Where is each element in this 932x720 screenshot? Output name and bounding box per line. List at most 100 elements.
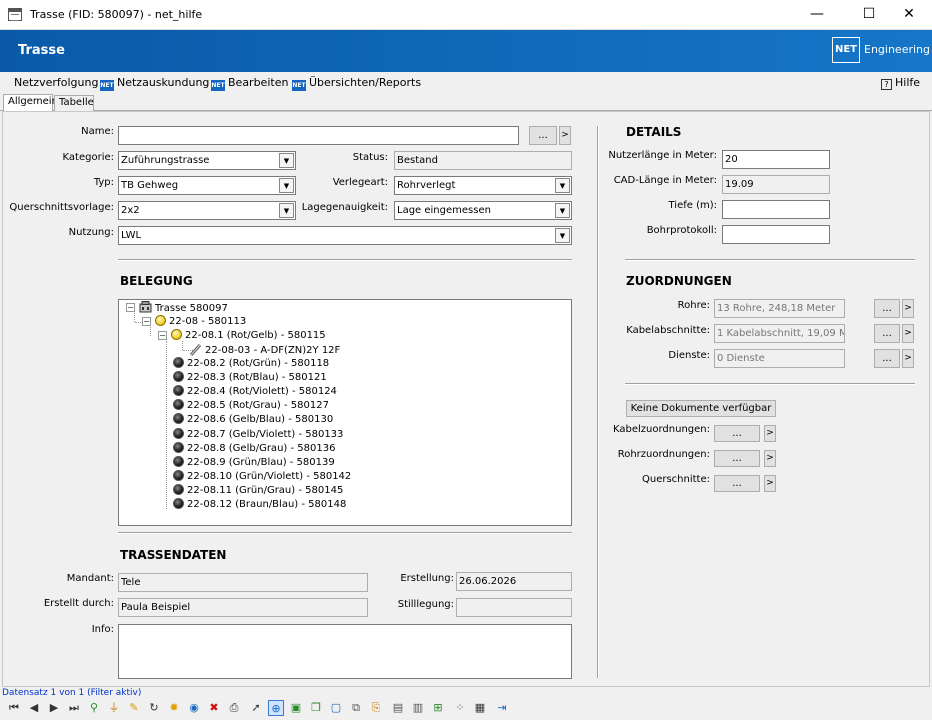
name-dots-button[interactable]: ... <box>529 126 557 145</box>
name-field[interactable] <box>118 126 519 145</box>
tree-node[interactable]: 22-08.6 (Gelb/Blau) - 580130 <box>173 413 333 427</box>
verlegeart-select[interactable]: Rohrverlegt ▼ <box>394 176 572 195</box>
querschnitt-select[interactable]: 2x2 ▼ <box>118 201 296 220</box>
document-link-icon[interactable]: ▥ <box>410 700 426 716</box>
tab-strip: Allgemein Tabelle <box>0 94 932 111</box>
tree-node[interactable]: 22-08.9 (Grün/Blau) - 580139 <box>173 456 335 470</box>
tree-node[interactable]: 22-08.2 (Rot/Grün) - 580118 <box>173 357 329 371</box>
table-icon[interactable]: ▦ <box>472 700 488 716</box>
layers-multi-icon[interactable]: ❐ <box>308 700 324 716</box>
lagegenauigkeit-label: Lagegenauigkeit: <box>301 202 388 213</box>
chevron-down-icon: ▼ <box>555 203 570 218</box>
kabelzuordnungen-dots-button[interactable]: ... <box>714 425 760 442</box>
tab-tabelle[interactable]: Tabelle <box>54 95 94 111</box>
document-add-icon[interactable]: ⊞ <box>430 700 446 716</box>
scatter-icon[interactable]: ⁘ <box>452 700 468 716</box>
bohrprotokoll-field[interactable] <box>722 225 830 244</box>
document-icon[interactable]: ▤ <box>390 700 406 716</box>
kategorie-select[interactable]: Zuführungstrasse ▼ <box>118 151 296 170</box>
tree-expander[interactable]: − <box>158 331 167 340</box>
menu-label: Bearbeiten <box>228 76 289 89</box>
tree-node-label: 22-08.12 (Braun/Blau) - 580148 <box>187 499 347 510</box>
globe-search-icon[interactable]: ◉ <box>186 700 202 716</box>
window-app-icon <box>8 8 22 21</box>
print-icon[interactable]: ⎙ <box>226 700 242 716</box>
kabelzuordnungen-arrow-button[interactable]: > <box>764 425 776 442</box>
net-icon: NET <box>292 80 306 91</box>
tree-node[interactable]: 22-08 - 580113 <box>155 315 246 329</box>
rohrzuordnungen-dots-button[interactable]: ... <box>714 450 760 467</box>
next-record-icon[interactable]: ▶ <box>46 700 62 716</box>
window-title: Trasse (FID: 580097) - net_hilfe <box>30 8 203 21</box>
filter-icon[interactable]: ⏚ <box>106 700 122 716</box>
tree-node[interactable]: 22-08.3 (Rot/Blau) - 580121 <box>173 371 327 385</box>
nutzung-label: Nutzung: <box>68 227 114 238</box>
tree-node[interactable]: 22-08.1 (Rot/Gelb) - 580115 <box>171 329 326 343</box>
dienste-arrow-button[interactable]: > <box>902 349 914 368</box>
querschnitt-value: 2x2 <box>121 205 140 216</box>
rohre-arrow-button[interactable]: > <box>902 299 914 318</box>
rohre-field: 13 Rohre, 248,18 Meter <box>714 299 845 318</box>
rohre-dots-button[interactable]: ... <box>874 299 900 318</box>
tree-expander[interactable]: − <box>142 317 151 326</box>
tree-node[interactable]: 22-08.5 (Rot/Grau) - 580127 <box>173 399 329 413</box>
tree-node[interactable]: 22-08-03 - A-DF(ZN)2Y 12F <box>189 343 340 357</box>
tab-allgemein[interactable]: Allgemein <box>3 94 58 111</box>
tree-expander[interactable]: − <box>126 303 135 312</box>
frame-icon[interactable]: ▢ <box>328 700 344 716</box>
chevron-down-icon: ▼ <box>555 228 570 243</box>
tree-node[interactable]: Trasse 580097 <box>139 301 228 315</box>
rohrzuordnungen-arrow-button[interactable]: > <box>764 450 776 467</box>
querschnitte-label: Querschnitte: <box>642 474 710 485</box>
nutzerlaenge-field[interactable]: 20 <box>722 150 830 169</box>
nutzung-select[interactable]: LWL ▼ <box>118 226 572 245</box>
details-title: DETAILS <box>626 125 682 139</box>
copy-icon[interactable]: ⧉ <box>348 700 364 716</box>
edit-pencil-icon[interactable]: ✎ <box>126 700 142 716</box>
typ-select[interactable]: TB Gehweg ▼ <box>118 176 296 195</box>
menu-uebersichten[interactable]: NET Übersichten/Reports <box>292 76 421 91</box>
info-textarea[interactable] <box>118 624 572 679</box>
dienste-dots-button[interactable]: ... <box>874 349 900 368</box>
tree-node[interactable]: 22-08.10 (Grün/Violett) - 580142 <box>173 470 351 484</box>
exit-icon[interactable]: ⇥ <box>494 700 510 716</box>
first-record-icon[interactable]: ⏮ <box>6 700 22 716</box>
dokumente-button[interactable]: Keine Dokumente verfügbar <box>626 400 776 417</box>
menu-netzauskundung[interactable]: NET Netzauskundung <box>100 76 209 91</box>
erstellt-label: Erstellt durch: <box>43 598 114 609</box>
belegung-tree[interactable]: − Trasse 580097 − 22-08 - 580113 − 22-08… <box>118 299 572 526</box>
net-logo: NET <box>832 37 860 63</box>
new-star-icon[interactable]: ✸ <box>166 700 182 716</box>
tree-node[interactable]: 22-08.12 (Braun/Blau) - 580148 <box>173 498 346 512</box>
layer-icon[interactable]: ▣ <box>288 700 304 716</box>
refresh-icon[interactable]: ↻ <box>146 700 162 716</box>
last-record-icon[interactable]: ⏭ <box>66 700 82 716</box>
minimize-button[interactable]: — <box>794 0 840 30</box>
tree-node[interactable]: 22-08.8 (Gelb/Grau) - 580136 <box>173 442 335 456</box>
tree-line <box>134 313 135 322</box>
querschnitte-dots-button[interactable]: ... <box>714 475 760 492</box>
menu-netzverfolgung[interactable]: Netzverfolgung <box>14 76 98 89</box>
zoom-to-icon[interactable]: ⊕ <box>268 700 284 716</box>
dienste-field: 0 Dienste <box>714 349 845 368</box>
filter-add-icon[interactable]: ⚲ <box>86 700 102 716</box>
querschnitte-arrow-button[interactable]: > <box>764 475 776 492</box>
divider <box>118 259 572 261</box>
tiefe-field[interactable] <box>722 200 830 219</box>
kabel-dots-button[interactable]: ... <box>874 324 900 343</box>
delete-icon[interactable]: ✖ <box>206 700 222 716</box>
tree-node-label: 22-08 - 580113 <box>169 316 247 327</box>
menu-bearbeiten[interactable]: NET Bearbeiten <box>211 76 288 91</box>
help-label: Hilfe <box>895 76 921 89</box>
select-pointer-icon[interactable]: ➚ <box>248 700 264 716</box>
menu-help[interactable]: ? Hilfe <box>881 76 920 90</box>
lagegenauigkeit-select[interactable]: Lage eingemessen ▼ <box>394 201 572 220</box>
close-button[interactable]: ✕ <box>886 0 932 30</box>
tree-node[interactable]: 22-08.11 (Grün/Grau) - 580145 <box>173 484 343 498</box>
tree-node[interactable]: 22-08.7 (Gelb/Violett) - 580133 <box>173 428 343 442</box>
name-arrow-button[interactable]: > <box>559 126 571 145</box>
export-icon[interactable]: ⎘ <box>368 700 384 716</box>
kabel-arrow-button[interactable]: > <box>902 324 914 343</box>
prev-record-icon[interactable]: ◀ <box>26 700 42 716</box>
tree-node[interactable]: 22-08.4 (Rot/Violett) - 580124 <box>173 385 337 399</box>
